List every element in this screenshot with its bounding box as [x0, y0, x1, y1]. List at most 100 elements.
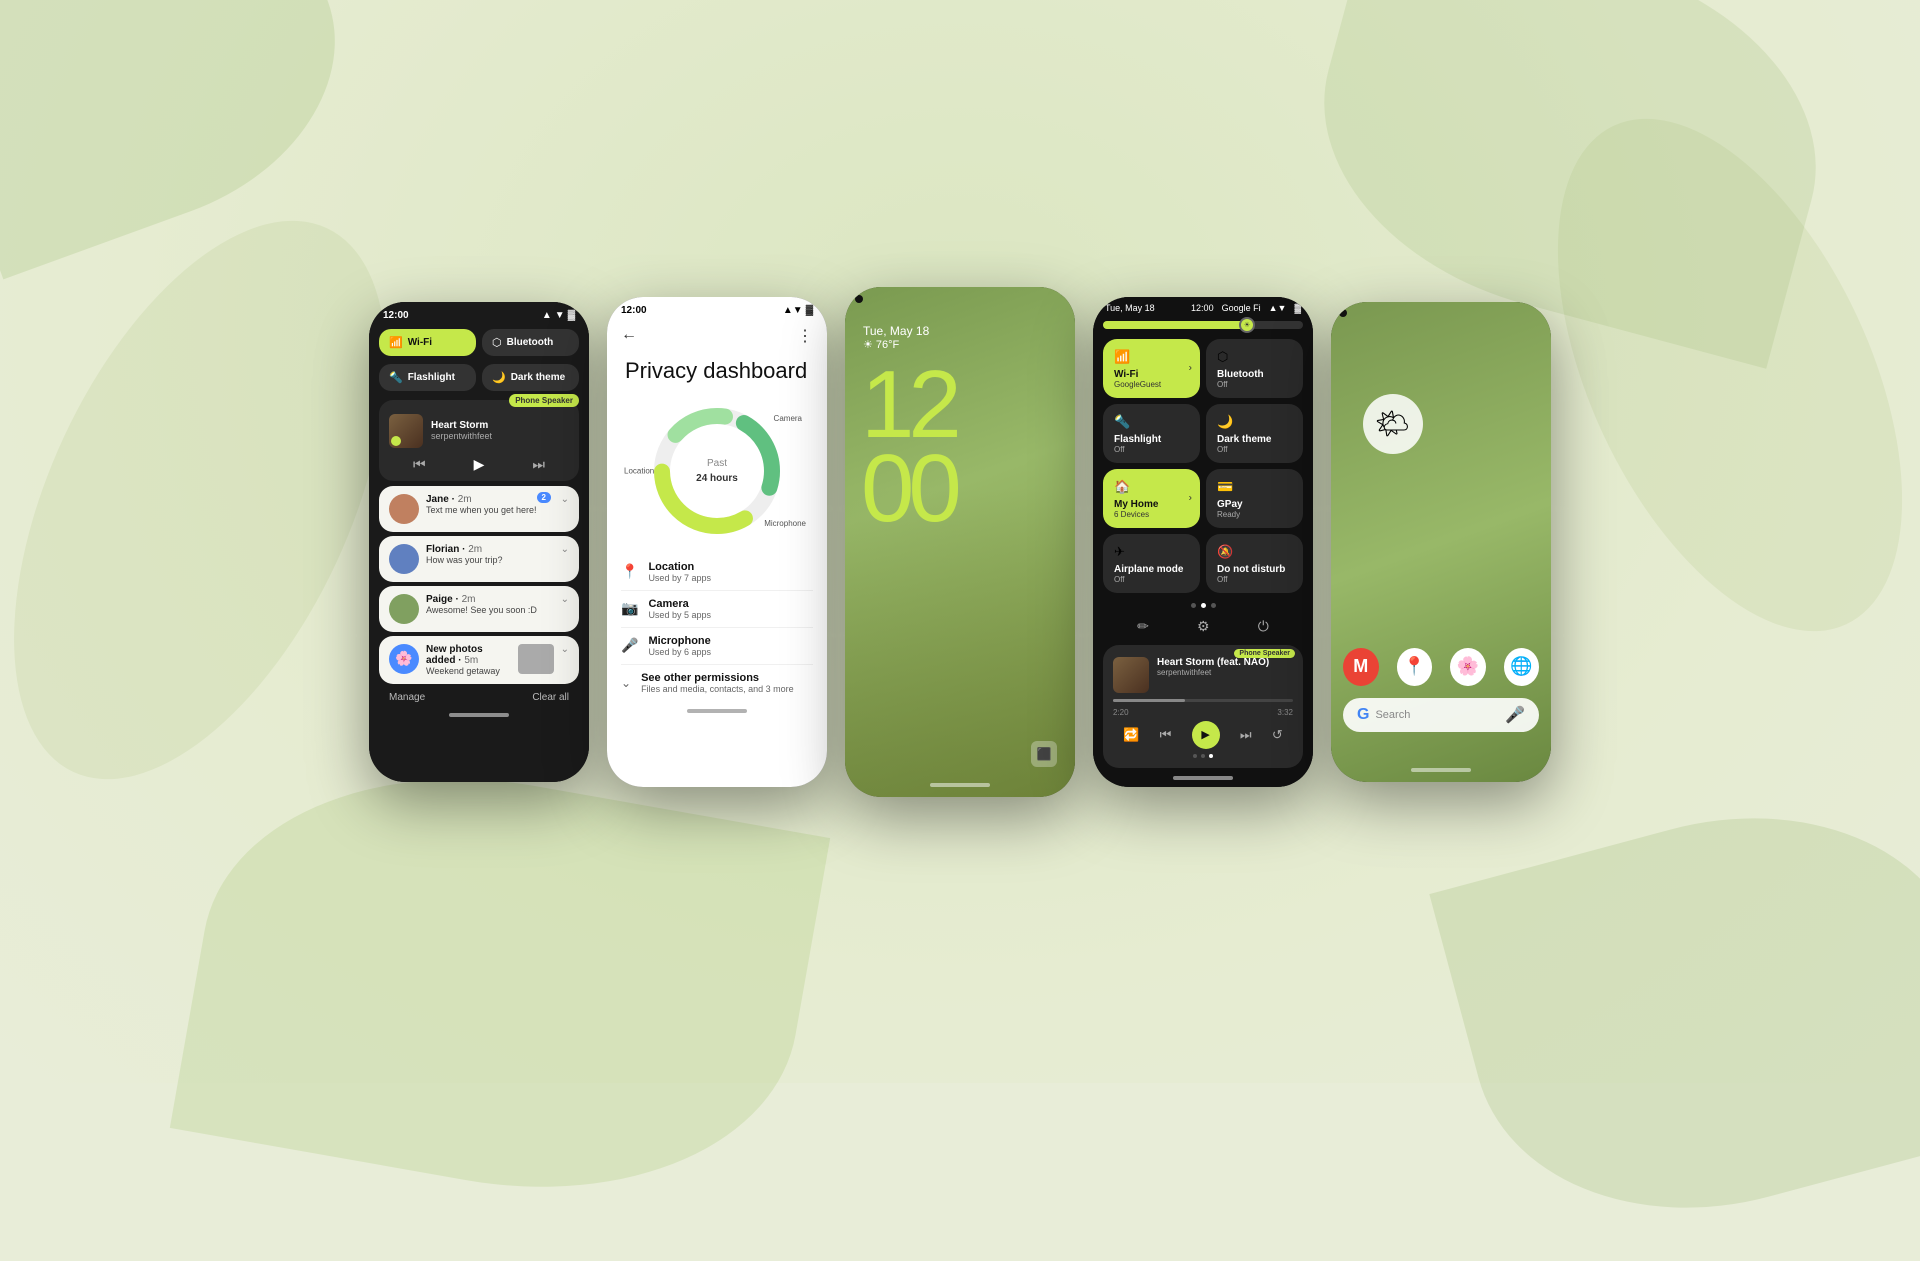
mic-search-icon[interactable]: 🎤 — [1505, 705, 1525, 725]
status-left-4: Tue, May 18 — [1105, 303, 1155, 313]
qs-airplane-sub: Off — [1114, 575, 1189, 584]
battery-icon-2: ▓ — [806, 305, 813, 316]
time-total: 3:32 — [1277, 708, 1293, 717]
qs-darktheme-title: Dark theme — [1217, 434, 1292, 445]
permission-mic[interactable]: 🎤 Microphone Used by 6 apps — [621, 628, 813, 665]
bluetooth-tile[interactable]: ⬡ Bluetooth — [482, 329, 579, 356]
qs-home-title: My Home — [1114, 499, 1189, 510]
qs-airplane[interactable]: ✈ Airplane mode Off — [1103, 534, 1200, 593]
recents-button[interactable]: ⬛ — [1031, 741, 1057, 767]
wifi-status-icon: ▼ — [555, 310, 565, 321]
time-elapsed: 2:20 — [1113, 708, 1129, 717]
notif-content-photos: New photos added · 5m Weekend getaway — [426, 644, 511, 676]
perm-desc-camera: Used by 5 apps — [648, 610, 711, 620]
permissions-list: 📍 Location Used by 7 apps 📷 Camera Used … — [607, 554, 827, 701]
qs-myhome[interactable]: 🏠 My Home 6 Devices › — [1103, 469, 1200, 528]
qs-dnd[interactable]: 🔕 Do not disturb Off — [1206, 534, 1303, 593]
qs-darktheme-sub: Off — [1217, 445, 1292, 454]
qs-bluetooth-icon: ⬡ — [1217, 349, 1228, 364]
expand-jane[interactable]: ⌄ — [561, 494, 569, 524]
status-bar-1: 12:00 ▲ ▼ ▓ — [369, 302, 589, 325]
perm-title-mic: Microphone — [648, 635, 711, 647]
repeat-button-4[interactable]: 🔁 — [1123, 727, 1139, 743]
prev-button[interactable]: ⏮ — [413, 456, 426, 473]
gmail-icon[interactable]: M — [1343, 648, 1379, 686]
brightness-thumb[interactable]: ☀ — [1239, 317, 1255, 333]
qs-home-arrow[interactable]: › — [1189, 493, 1192, 504]
expand-paige[interactable]: ⌄ — [561, 594, 569, 624]
permission-camera[interactable]: 📷 Camera Used by 5 apps — [621, 591, 813, 628]
power-icon[interactable]: ⏻ — [1258, 618, 1269, 635]
settings-icon[interactable]: ⚙ — [1197, 618, 1210, 635]
recents-icon: ⬛ — [1037, 747, 1052, 761]
music-text-4: Heart Storm (feat. NAO) serpentwithfeet — [1157, 657, 1269, 693]
notification-paige[interactable]: Paige · 2m Awesome! See you soon :D ⌄ — [379, 586, 579, 632]
qs-darktheme[interactable]: 🌙 Dark theme Off — [1206, 404, 1303, 463]
location-perm-icon: 📍 — [621, 563, 638, 580]
prev-button-4[interactable]: ⏮ — [1160, 727, 1172, 743]
qs-wifi-title: Wi-Fi — [1114, 369, 1189, 380]
play-button-4[interactable]: ▶ — [1192, 721, 1220, 749]
progress-fill — [1113, 699, 1185, 702]
expand-florian[interactable]: ⌄ — [561, 544, 569, 574]
next-button-4[interactable]: ⏭ — [1240, 727, 1252, 743]
qs-darktheme-icon: 🌙 — [1217, 414, 1233, 429]
brightness-bar[interactable]: ☀ — [1103, 321, 1303, 329]
album-art-4 — [1113, 657, 1149, 693]
status-right-4: 12:00 Google Fi ▲▼ ▓ — [1191, 303, 1301, 313]
qs-flashlight-sub: Off — [1114, 445, 1189, 454]
qs-flashlight[interactable]: 🔦 Flashlight Off — [1103, 404, 1200, 463]
play-button[interactable]: ▶ — [474, 456, 485, 473]
notification-florian[interactable]: Florian · 2m How was your trip? ⌄ — [379, 536, 579, 582]
chrome-icon[interactable]: 🌐 — [1504, 648, 1540, 686]
flashlight-tile[interactable]: 🔦 Flashlight — [379, 364, 476, 391]
permission-location[interactable]: 📍 Location Used by 7 apps — [621, 554, 813, 591]
perm-title-camera: Camera — [648, 598, 711, 610]
next-button[interactable]: ⏭ — [532, 456, 545, 473]
player-dot — [1201, 754, 1205, 758]
flashlight-icon: 🔦 — [389, 371, 403, 384]
qs-wifi[interactable]: 📶 Wi-Fi GoogleGuest › — [1103, 339, 1200, 398]
search-bar[interactable]: G Search 🎤 — [1343, 698, 1539, 732]
album-art — [389, 414, 423, 448]
edit-icon[interactable]: ✏ — [1137, 618, 1149, 635]
nav-dot — [1211, 603, 1216, 608]
clock-display-min: 00 — [861, 447, 1059, 531]
battery-icon: ▓ — [568, 310, 575, 321]
maps-icon[interactable]: 📍 — [1397, 648, 1433, 686]
camera-hole-3 — [855, 295, 863, 303]
notification-photos[interactable]: 🌸 New photos added · 5m Weekend getaway … — [379, 636, 579, 684]
music-artist-4: serpentwithfeet — [1157, 668, 1269, 677]
home-indicator-2 — [607, 701, 827, 721]
location-label: Location — [624, 466, 654, 475]
notif-content-paige: Paige · 2m Awesome! See you soon :D — [426, 594, 554, 624]
notification-jane[interactable]: Jane · 2m Text me when you get here! 2 ⌄ — [379, 486, 579, 532]
notif-text-jane: Text me when you get here! — [426, 505, 554, 515]
clear-all-button[interactable]: Clear all — [532, 692, 569, 703]
more-options-button[interactable]: ⋮ — [797, 326, 813, 346]
avatar-jane — [389, 494, 419, 524]
darktheme-tile[interactable]: 🌙 Dark theme — [482, 364, 579, 391]
bluetooth-icon: ⬡ — [492, 336, 502, 349]
refresh-button-4[interactable]: ↺ — [1272, 727, 1283, 743]
home-indicator-5 — [1331, 768, 1551, 772]
progress-bar — [1113, 699, 1293, 702]
phone-speaker-tag: Phone Speaker — [509, 394, 579, 407]
qs-wifi-arrow[interactable]: › — [1189, 363, 1192, 374]
expand-photos[interactable]: ⌄ — [561, 644, 569, 676]
privacy-title-area: Privacy dashboard — [607, 352, 827, 388]
qs-gpay[interactable]: 💳 GPay Ready — [1206, 469, 1303, 528]
phone-lockscreen: Google Fi ▲▼ ▓ Tue, May 18 ☀ 76°F 12 00 … — [845, 287, 1075, 797]
photos-app-icon[interactable]: 🌸 — [1450, 648, 1486, 686]
photo-thumbnail — [518, 644, 554, 674]
manage-button[interactable]: Manage — [389, 692, 425, 703]
home-pill-4 — [1173, 776, 1233, 780]
search-placeholder: Search — [1375, 709, 1410, 721]
qs-bluetooth[interactable]: ⬡ Bluetooth Off — [1206, 339, 1303, 398]
flashlight-tile-label: Flashlight — [408, 372, 455, 383]
notif-name-florian: Florian · 2m — [426, 544, 554, 555]
back-button-privacy[interactable]: ← — [621, 326, 637, 346]
signal-icon: ▲ — [542, 310, 552, 321]
permission-other[interactable]: ⌄ See other permissions Files and media,… — [621, 665, 813, 701]
wifi-tile[interactable]: 📶 Wi-Fi — [379, 329, 476, 356]
